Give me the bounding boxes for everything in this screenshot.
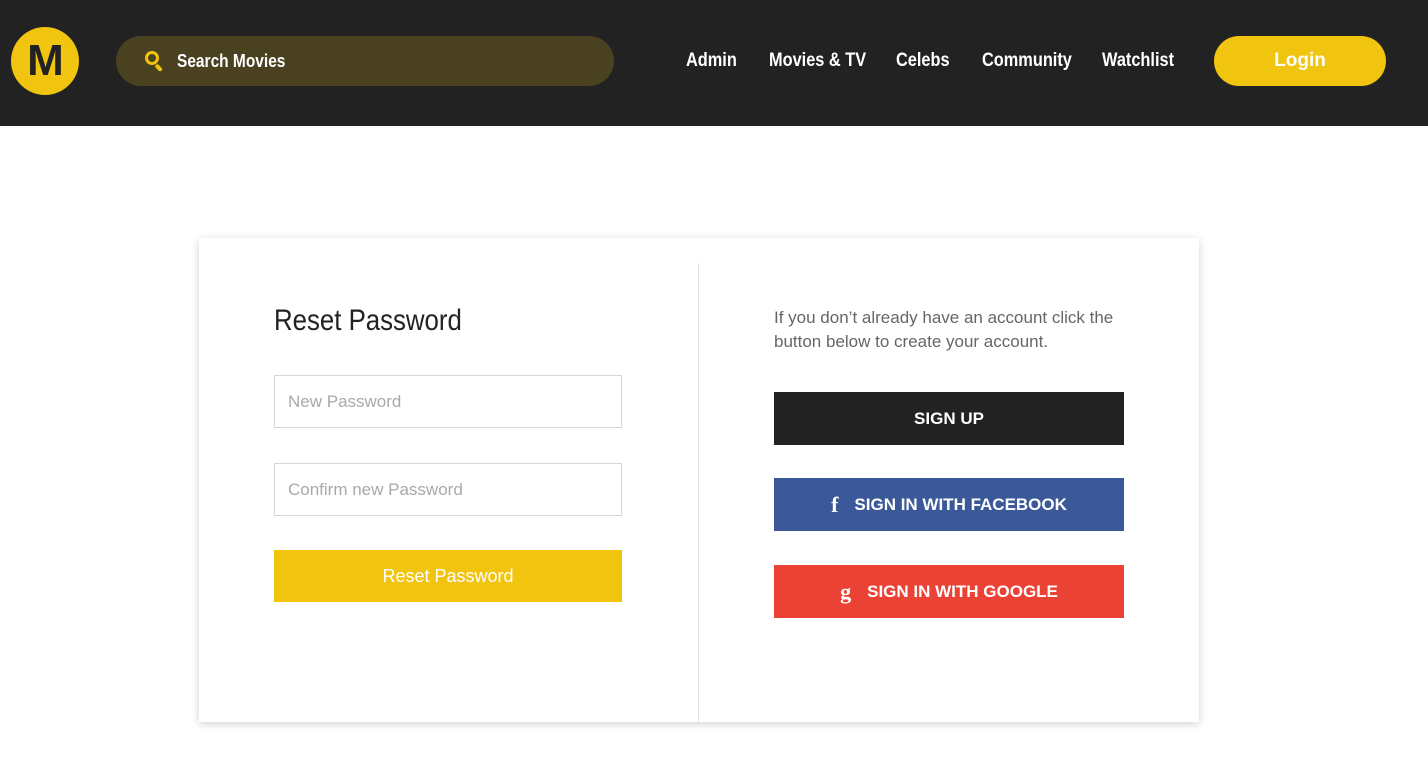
confirm-password-field[interactable] xyxy=(274,463,622,516)
logo-letter: M xyxy=(27,36,64,85)
new-password-field[interactable] xyxy=(274,375,622,428)
nav-community[interactable]: Community xyxy=(982,50,1072,72)
sign-up-label: SIGN UP xyxy=(914,408,984,428)
nav-movies-tv[interactable]: Movies & TV xyxy=(769,50,866,72)
sign-up-button[interactable]: SIGN UP xyxy=(774,392,1124,445)
google-signin-label: SIGN IN WITH GOOGLE xyxy=(867,581,1058,601)
nav-admin[interactable]: Admin xyxy=(686,50,737,72)
main-nav: Admin Movies & TV Celebs Community Watch… xyxy=(686,47,1174,75)
column-divider xyxy=(698,263,699,722)
facebook-signin-label: SIGN IN WITH FACEBOOK xyxy=(854,494,1067,514)
facebook-icon: f xyxy=(831,491,839,517)
nav-watchlist[interactable]: Watchlist xyxy=(1102,50,1174,72)
login-button[interactable]: Login xyxy=(1214,36,1386,86)
nav-celebs[interactable]: Celebs xyxy=(896,50,950,72)
reset-password-button[interactable]: Reset Password xyxy=(274,550,622,602)
facebook-signin-button[interactable]: f SIGN IN WITH FACEBOOK xyxy=(774,478,1124,531)
search-input[interactable] xyxy=(177,50,521,72)
auth-card: Reset Password Reset Password If you don… xyxy=(199,238,1199,722)
reset-password-title: Reset Password xyxy=(274,304,462,337)
site-logo[interactable]: M xyxy=(11,27,79,95)
top-navigation-bar: M Admin Movies & TV Celebs Community Wat… xyxy=(0,0,1428,126)
signup-info-text: If you don’t already have an account cli… xyxy=(774,308,1114,351)
google-icon: g xyxy=(840,578,852,604)
google-signin-button[interactable]: g SIGN IN WITH GOOGLE xyxy=(774,565,1124,618)
search-icon[interactable] xyxy=(144,51,164,72)
search-bar[interactable] xyxy=(116,36,614,86)
